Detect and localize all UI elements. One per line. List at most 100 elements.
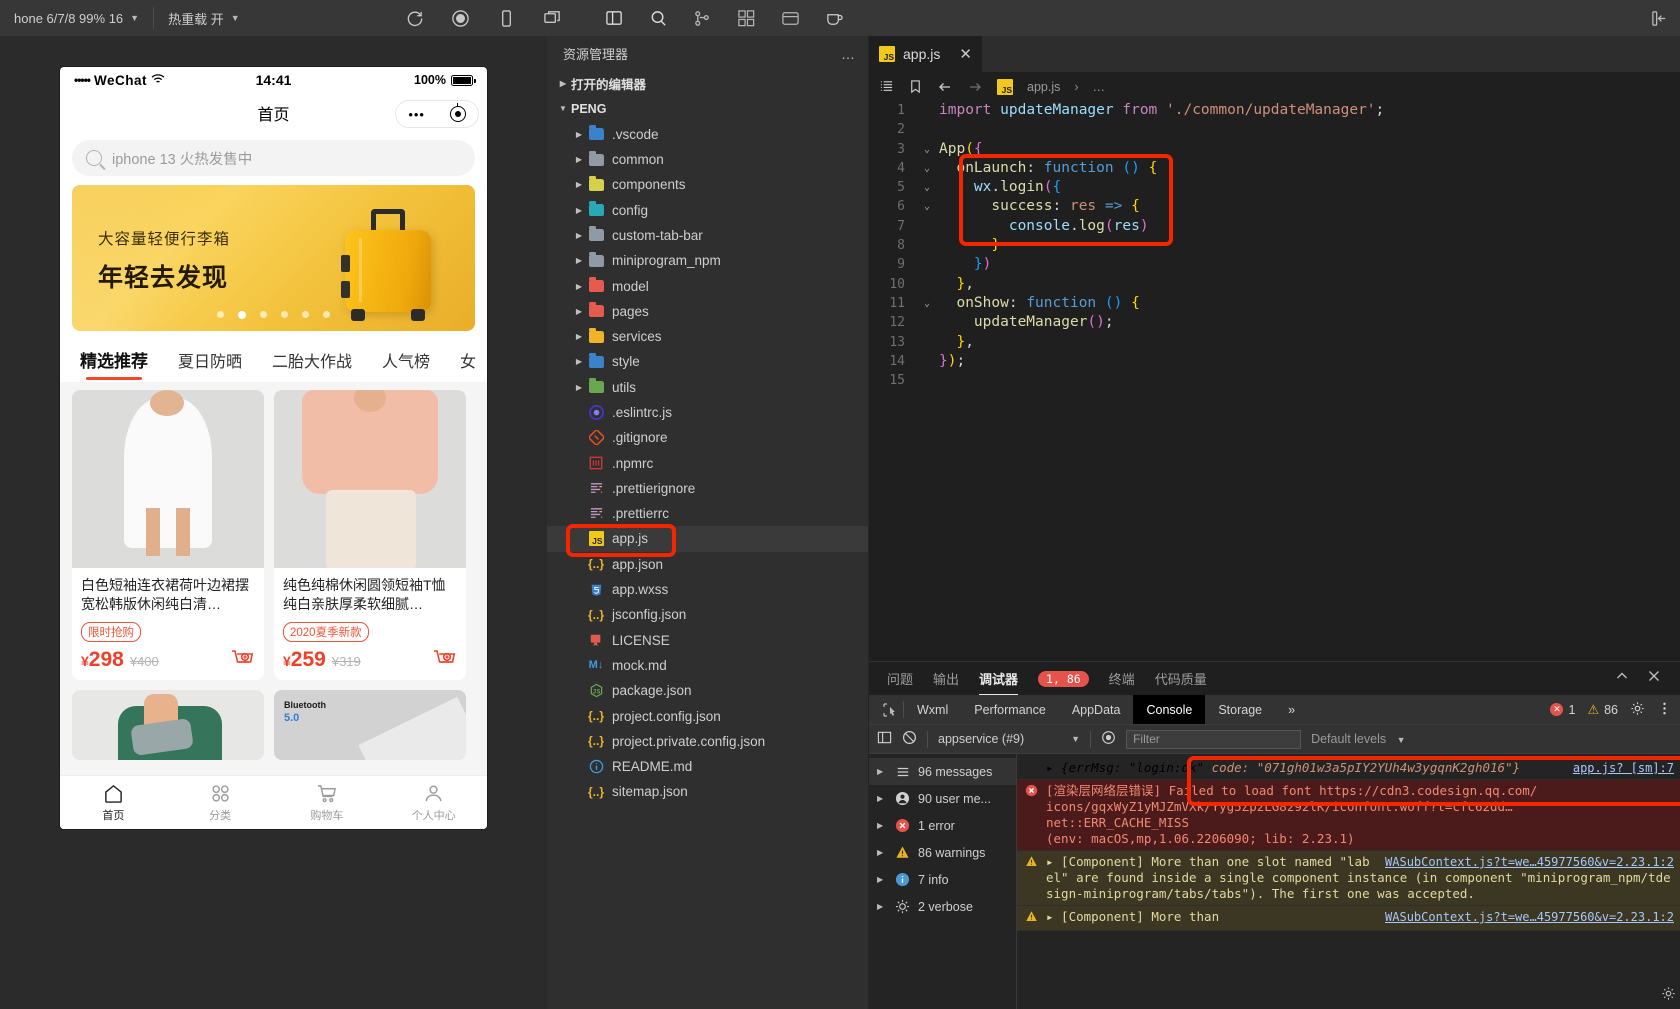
- add-to-cart-icon[interactable]: [433, 649, 457, 670]
- sidebar-item-errors[interactable]: ▶ 1 error: [869, 812, 1016, 839]
- bookmark-icon[interactable]: [908, 79, 923, 94]
- tab-featured[interactable]: 精选推荐: [80, 347, 148, 382]
- hot-reload-selector[interactable]: 热重载 开 ▼: [154, 0, 254, 36]
- tabbar-item-profile[interactable]: 个人中心: [380, 782, 487, 823]
- tree-item-prettierrc[interactable]: .prettierrc: [547, 501, 868, 526]
- console-message-error[interactable]: [渲染层网络层错误] Failed to load font https://c…: [1017, 780, 1680, 851]
- chevron-down-icon[interactable]: ⌄: [915, 294, 939, 313]
- product-card[interactable]: Bluetooth 5.0: [274, 690, 466, 760]
- tabbar-item-home[interactable]: 首页: [60, 782, 167, 823]
- close-icon[interactable]: ✕: [959, 45, 972, 63]
- tab-code-quality[interactable]: 代码质量: [1155, 662, 1207, 695]
- tree-item-common[interactable]: ▶ common: [547, 147, 868, 172]
- devtools-tab-overflow[interactable]: »: [1275, 695, 1308, 724]
- search-input[interactable]: iphone 13 火热发售中: [72, 140, 475, 176]
- error-count-badge[interactable]: ✕ 1: [1550, 703, 1575, 717]
- inspect-icon[interactable]: [877, 702, 903, 718]
- tree-item-style[interactable]: ▶ style: [547, 349, 868, 374]
- banner-dot[interactable]: [260, 311, 267, 318]
- console-message-log[interactable]: app.js? [sm]:7 ▸ {errMsg: "login:ok" code…: [1017, 754, 1680, 780]
- chevron-down-icon[interactable]: ⌄: [915, 140, 939, 159]
- tree-item-pages[interactable]: ▶ pages: [547, 299, 868, 324]
- sidebar-item-warnings[interactable]: ▶ 86 warnings: [869, 839, 1016, 866]
- source-control-icon[interactable]: [692, 7, 714, 29]
- tree-item-project-private-config-json[interactable]: {..} project.private.config.json: [547, 729, 868, 754]
- tab-debugger[interactable]: 调试器: [979, 662, 1019, 695]
- product-card[interactable]: [72, 690, 264, 760]
- record-icon[interactable]: [450, 7, 472, 29]
- device-selector[interactable]: hone 6/7/8 99% 16 ▼: [0, 0, 153, 36]
- console-message-warning[interactable]: WASubContext.js?t=we…45977560&v=2.23.1:2…: [1017, 906, 1680, 931]
- tree-item-custom-tab-bar[interactable]: ▶ custom-tab-bar: [547, 223, 868, 248]
- banner-dot[interactable]: [217, 311, 224, 318]
- tab-output[interactable]: 输出: [933, 662, 959, 695]
- sidebar-item-verbose[interactable]: ▶ 2 verbose: [869, 893, 1016, 920]
- forward-icon[interactable]: [967, 79, 983, 95]
- tree-item-jsconfig-json[interactable]: {..} jsconfig.json: [547, 602, 868, 627]
- devtools-tab-appdata[interactable]: AppData: [1059, 695, 1134, 724]
- source-link[interactable]: WASubContext.js?t=we…45977560&v=2.23.1:2: [1385, 854, 1674, 870]
- sidebar-item-info[interactable]: ▶ 7 info: [869, 866, 1016, 893]
- target-icon[interactable]: [449, 103, 466, 122]
- tree-item-readme-md[interactable]: README.md: [547, 754, 868, 779]
- source-link[interactable]: app.js? [sm]:7: [1573, 760, 1674, 776]
- tree-item-npmrc[interactable]: .npmrc: [547, 450, 868, 475]
- tree-item-app-js[interactable]: JS app.js: [547, 526, 868, 552]
- add-to-cart-icon[interactable]: [231, 649, 255, 670]
- tree-item-config[interactable]: ▶ config: [547, 197, 868, 222]
- tree-item-services[interactable]: ▶ services: [547, 324, 868, 349]
- log-level-selector[interactable]: Default levels ▼: [1311, 732, 1405, 746]
- chevron-down-icon[interactable]: ⌄: [915, 159, 939, 178]
- banner-dot[interactable]: [281, 311, 288, 318]
- product-card[interactable]: 纯色纯棉休闲圆领短袖T恤纯白亲肤厚柔软细腻… 2020夏季新款 ¥259 ¥31…: [274, 390, 466, 680]
- banner-dot[interactable]: [302, 311, 309, 318]
- collapse-sidebar-icon[interactable]: [1648, 7, 1670, 29]
- filter-input[interactable]: Filter: [1126, 729, 1302, 749]
- tree-item-utils[interactable]: ▶ utils: [547, 375, 868, 400]
- editor-tab-app-js[interactable]: JS app.js ✕: [869, 36, 982, 72]
- breadcrumb-file[interactable]: app.js: [1027, 80, 1060, 94]
- devtools-tab-wxml[interactable]: Wxml: [904, 695, 961, 724]
- warning-count-badge[interactable]: ⚠ 86: [1587, 702, 1618, 718]
- console-message-warning[interactable]: WASubContext.js?t=we…45977560&v=2.23.1:2…: [1017, 851, 1680, 906]
- tab-second-child[interactable]: 二胎大作战: [272, 348, 352, 382]
- phone-simulator[interactable]: ••••• WeChat 14:41 100% 首页 ••• iphone 13…: [60, 67, 487, 829]
- tree-item-sitemap-json[interactable]: {..} sitemap.json: [547, 779, 868, 804]
- tree-item-miniprogram-npm[interactable]: ▶ miniprogram_npm: [547, 248, 868, 273]
- coffee-icon[interactable]: [824, 7, 846, 29]
- tree-item-model[interactable]: ▶ model: [547, 273, 868, 298]
- gear-icon[interactable]: [1630, 701, 1645, 719]
- more-icon[interactable]: …: [841, 46, 856, 62]
- breadcrumb-rest[interactable]: …: [1093, 80, 1106, 94]
- cloud-icon[interactable]: [780, 7, 802, 29]
- sidebar-item-user-messages[interactable]: ▶ 90 user me...: [869, 785, 1016, 812]
- devtools-tab-storage[interactable]: Storage: [1205, 695, 1275, 724]
- copy-window-icon[interactable]: [542, 7, 564, 29]
- wechat-capsule[interactable]: •••: [395, 100, 479, 128]
- tree-item-license[interactable]: LICENSE: [547, 628, 868, 653]
- code-editor[interactable]: 1 import updateManager from './common/upd…: [869, 101, 1680, 661]
- section-project-root[interactable]: ▼ PENG: [547, 96, 868, 121]
- phone-icon[interactable]: [496, 7, 518, 29]
- devtools-tab-performance[interactable]: Performance: [961, 695, 1059, 724]
- tab-sunscreen[interactable]: 夏日防晒: [178, 348, 242, 382]
- back-icon[interactable]: [937, 79, 953, 95]
- outline-icon[interactable]: [879, 79, 894, 94]
- tree-item-gitignore[interactable]: .gitignore: [547, 425, 868, 450]
- tree-item-vscode[interactable]: ▶ .vscode: [547, 122, 868, 147]
- panel-left-icon[interactable]: [877, 730, 892, 748]
- gear-icon[interactable]: [1661, 986, 1676, 1005]
- promo-banner[interactable]: 大容量轻便行李箱 年轻去发现: [72, 185, 475, 331]
- tree-item-project-config-json[interactable]: {..} project.config.json: [547, 703, 868, 728]
- tree-item-prettierignore[interactable]: .prettierignore: [547, 476, 868, 501]
- context-selector[interactable]: appservice (#9) ▼: [938, 732, 1080, 746]
- source-link[interactable]: WASubContext.js?t=we…45977560&v=2.23.1:2: [1385, 909, 1674, 925]
- product-card[interactable]: 白色短袖连衣裙荷叶边裙摆宽松韩版休闲纯白清… 限时抢购 ¥298 ¥400: [72, 390, 264, 680]
- extensions-icon[interactable]: [736, 7, 758, 29]
- banner-dot[interactable]: [323, 311, 330, 318]
- split-layout-icon[interactable]: [604, 7, 626, 29]
- tab-more[interactable]: 女: [460, 348, 476, 382]
- sidebar-item-messages[interactable]: ▶ 96 messages: [869, 758, 1016, 785]
- chevron-down-icon[interactable]: ⌄: [915, 178, 939, 197]
- explorer-tree[interactable]: ▶ 打开的编辑器 ▼ PENG ▶ .vscode ▶ common ▶ compon…: [547, 71, 868, 1009]
